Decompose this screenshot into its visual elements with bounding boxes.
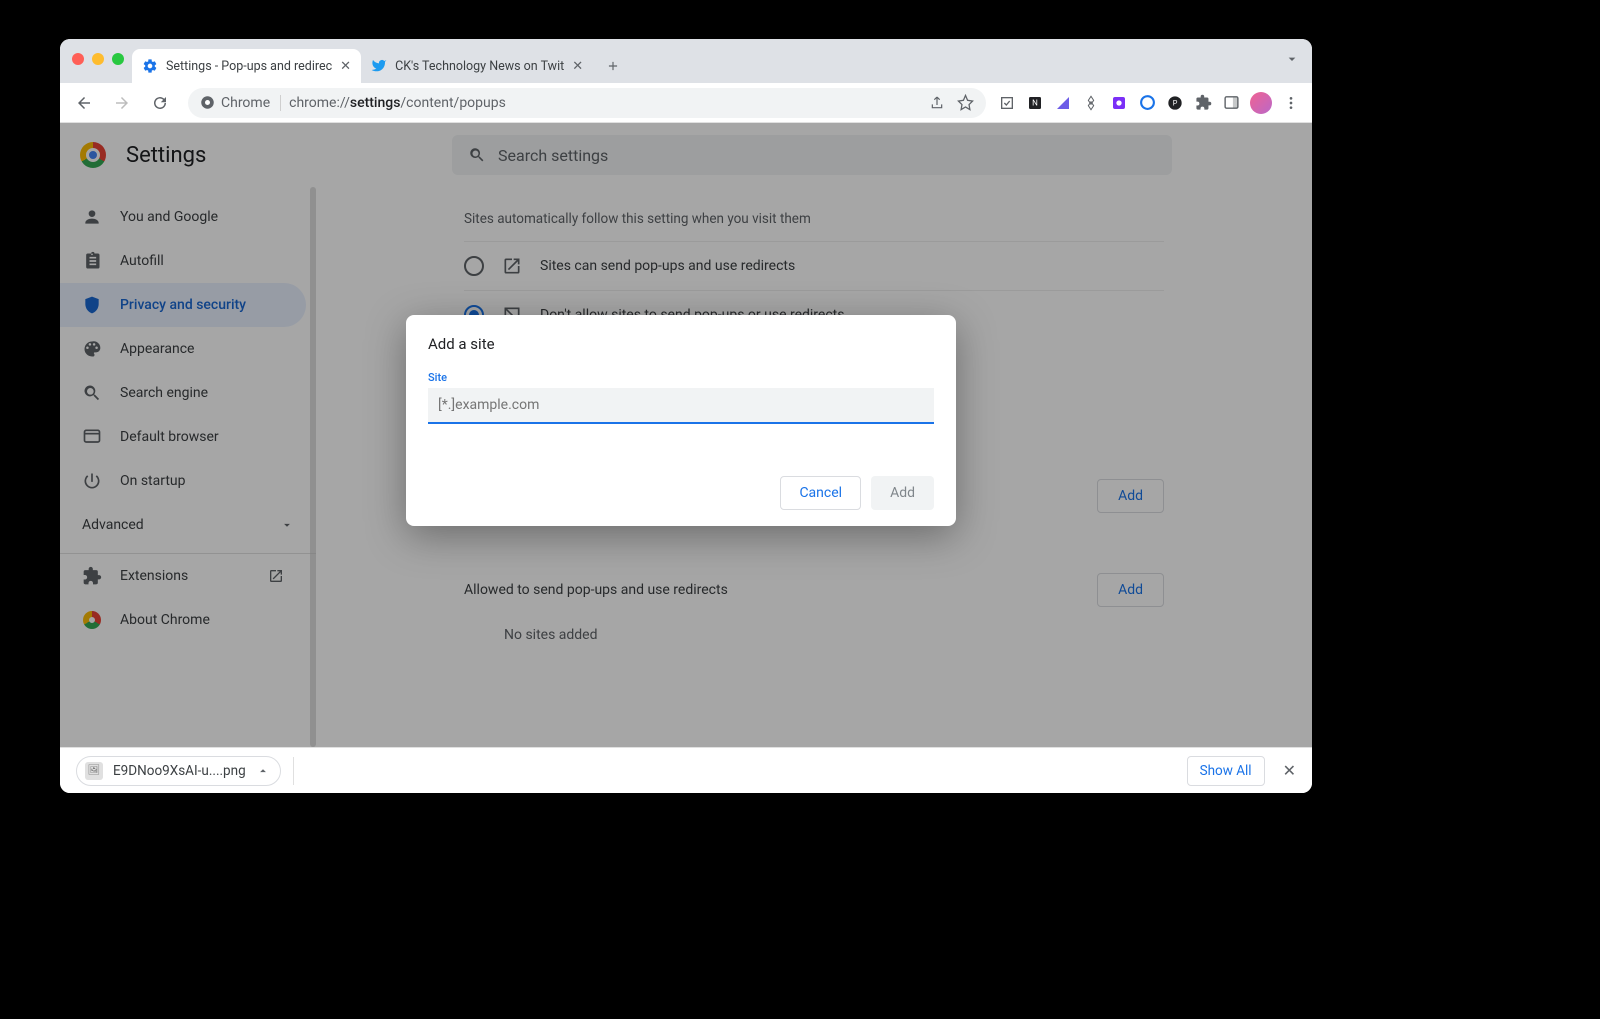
extension-icon[interactable]: [1082, 94, 1100, 112]
tab-twitter[interactable]: CK's Technology News on Twit ✕: [361, 49, 593, 83]
image-file-icon: 🖼: [85, 762, 103, 780]
tab-search-button[interactable]: [1284, 51, 1300, 67]
download-filename: E9DNoo9XsAI-u....png: [113, 763, 246, 779]
download-shelf: 🖼 E9DNoo9XsAI-u....png Show All ✕: [60, 747, 1312, 793]
browser-menu-button[interactable]: [1282, 94, 1300, 112]
dialog-field-label: Site: [428, 371, 934, 384]
reload-button[interactable]: [144, 87, 176, 119]
close-tab-icon[interactable]: ✕: [572, 59, 583, 74]
extension-icon[interactable]: [1138, 94, 1156, 112]
settings-gear-icon: [142, 58, 158, 74]
three-dots-icon: [1283, 95, 1299, 111]
bookmark-star-icon[interactable]: [957, 94, 974, 111]
arrow-right-icon: [113, 94, 131, 112]
chrome-chip-icon: [200, 95, 215, 110]
url-text: chrome://settings/content/popups: [289, 95, 506, 111]
extension-icon[interactable]: P: [1166, 94, 1184, 112]
show-all-downloads-button[interactable]: Show All: [1187, 756, 1265, 786]
browser-window: Settings - Pop-ups and redirec ✕ CK's Te…: [60, 39, 1312, 793]
extensions-button[interactable]: [1194, 94, 1212, 112]
address-bar[interactable]: Chrome chrome://settings/content/popups: [188, 88, 986, 118]
add-site-dialog: Add a site Site Cancel Add: [406, 315, 956, 526]
chevron-up-icon[interactable]: [256, 764, 270, 778]
profile-avatar[interactable]: [1250, 92, 1272, 114]
arrow-left-icon: [75, 94, 93, 112]
maximize-window-button[interactable]: [112, 53, 124, 65]
browser-toolbar: Chrome chrome://settings/content/popups …: [60, 83, 1312, 123]
site-chip: Chrome: [200, 95, 281, 111]
site-chip-label: Chrome: [221, 95, 270, 111]
svg-text:N: N: [1032, 98, 1038, 107]
tab-title: CK's Technology News on Twit: [395, 59, 564, 74]
chevron-down-icon: [1284, 51, 1300, 67]
minimize-window-button[interactable]: [92, 53, 104, 65]
extension-icon[interactable]: [998, 94, 1016, 112]
close-tab-icon[interactable]: ✕: [340, 59, 351, 74]
dialog-title: Add a site: [428, 335, 934, 353]
content-area: Settings Search settings You and Google …: [60, 123, 1312, 747]
back-button[interactable]: [68, 87, 100, 119]
close-shelf-button[interactable]: ✕: [1283, 761, 1296, 780]
window-controls: [72, 53, 124, 65]
forward-button[interactable]: [106, 87, 138, 119]
new-tab-button[interactable]: [599, 52, 627, 80]
tab-settings[interactable]: Settings - Pop-ups and redirec ✕: [132, 49, 361, 83]
close-window-button[interactable]: [72, 53, 84, 65]
add-button[interactable]: Add: [871, 476, 934, 510]
cancel-button[interactable]: Cancel: [780, 476, 861, 510]
site-input[interactable]: [428, 388, 934, 424]
download-item[interactable]: 🖼 E9DNoo9XsAI-u....png: [76, 756, 281, 786]
reload-icon: [151, 94, 169, 112]
tab-title: Settings - Pop-ups and redirec: [166, 59, 332, 74]
tab-strip: Settings - Pop-ups and redirec ✕ CK's Te…: [60, 39, 1312, 83]
extension-icons: N P: [998, 92, 1304, 114]
twitter-icon: [371, 58, 387, 74]
extension-icon[interactable]: [1110, 94, 1128, 112]
share-icon[interactable]: [929, 95, 945, 111]
extension-icon[interactable]: [1054, 94, 1072, 112]
divider: [293, 757, 294, 785]
svg-text:P: P: [1173, 98, 1178, 107]
plus-icon: [606, 59, 620, 73]
extension-icon[interactable]: N: [1026, 94, 1044, 112]
side-panel-button[interactable]: [1222, 94, 1240, 112]
